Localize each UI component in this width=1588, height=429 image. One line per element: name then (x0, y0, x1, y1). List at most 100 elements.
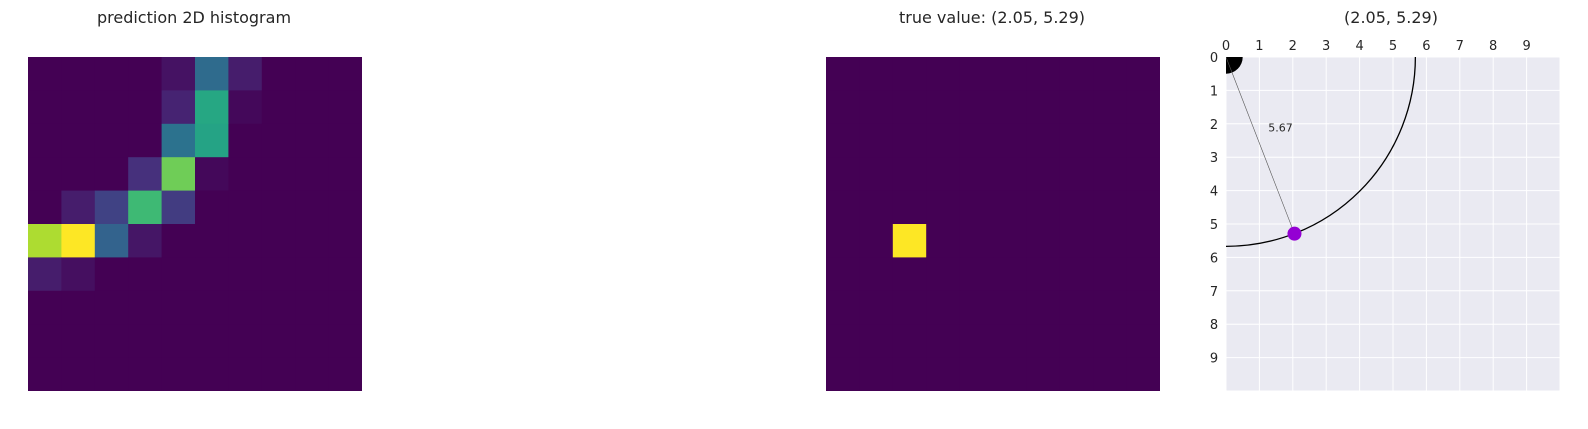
heatmap-cell (926, 357, 961, 391)
heatmap-cell (1059, 257, 1094, 292)
heatmap-cell (926, 90, 961, 125)
heatmap-cell (94, 224, 129, 258)
heatmap-cell (1126, 224, 1160, 258)
heatmap-cell (959, 90, 994, 125)
y-tick-label: 8 (1210, 318, 1218, 333)
heatmap-cell (261, 257, 296, 292)
heatmap-cell (1059, 324, 1094, 359)
heatmap-cell (993, 224, 1027, 258)
heatmap-cell (859, 123, 894, 158)
heatmap-cell (993, 257, 1027, 292)
heatmap-cell (228, 57, 263, 91)
heatmap-cell (195, 90, 229, 125)
heatmap-cell (94, 90, 129, 125)
x-tick-label: 1 (1255, 39, 1263, 54)
heatmap-cell (94, 290, 129, 325)
heatmap-cell (892, 290, 927, 325)
true-value-histogram (826, 57, 1160, 391)
heatmap-cell (228, 90, 263, 125)
y-tick-label: 5 (1210, 218, 1218, 233)
heatmap-cell (28, 224, 62, 258)
heatmap-cell (161, 57, 196, 91)
heatmap-cell (261, 290, 296, 325)
heatmap-cell (1059, 123, 1094, 158)
x-tick-label: 6 (1422, 39, 1430, 54)
heatmap-cell (959, 157, 994, 192)
heatmap-cell (993, 290, 1027, 325)
heatmap-cell (892, 57, 927, 91)
heatmap-cell (128, 157, 163, 192)
heatmap-cell (859, 157, 894, 192)
heatmap-cell (94, 157, 129, 192)
y-tick-label: 6 (1210, 251, 1218, 266)
heatmap-cell (328, 224, 362, 258)
heatmap-cell (826, 90, 860, 125)
heatmap-cell (859, 290, 894, 325)
heatmap-cell (1059, 190, 1094, 225)
heatmap-cell (161, 257, 196, 292)
heatmap-cell (1026, 257, 1061, 292)
heatmap-cell (161, 224, 196, 258)
heatmap-cell (1093, 357, 1128, 391)
x-tick-label: 8 (1489, 39, 1497, 54)
heatmap-cell (61, 57, 96, 91)
x-tick-label: 3 (1322, 39, 1330, 54)
heatmap-cell (328, 190, 362, 225)
heatmap-cell (261, 123, 296, 158)
heatmap-cell (959, 123, 994, 158)
heatmap-cell (28, 157, 62, 192)
heatmap-cell (1026, 357, 1061, 391)
heatmap-cell (1059, 157, 1094, 192)
heatmap-cell (295, 324, 330, 359)
point-plot: 5.67 0 1 2 3 4 5 6 7 8 9 0 1 2 3 4 5 6 7 8 9 (1210, 39, 1561, 392)
heatmap-cell (61, 90, 96, 125)
heatmap-cell (926, 190, 961, 225)
heatmap-cell (993, 190, 1027, 225)
heatmap-cell (28, 57, 62, 91)
heatmap-cell (1026, 123, 1061, 158)
heatmap-cell (892, 90, 927, 125)
heatmap-cell (61, 157, 96, 192)
heatmap-cell (295, 90, 330, 125)
heatmap-cell (61, 224, 96, 258)
heatmap-cell (1026, 190, 1061, 225)
heatmap-cell (295, 357, 330, 391)
heatmap-cell (61, 123, 96, 158)
heatmap-cell (892, 357, 927, 391)
heatmap-cell (228, 123, 263, 158)
heatmap-cell (328, 324, 362, 359)
point-plot-title: (2.05, 5.29) (1344, 8, 1438, 27)
y-tick-label: 7 (1210, 285, 1218, 300)
heatmap-cell (1093, 157, 1128, 192)
heatmap-cell (993, 157, 1027, 192)
heatmap-cell (959, 190, 994, 225)
heatmap-cell (859, 90, 894, 125)
x-tick-label: 9 (1522, 39, 1530, 54)
heatmap-cell (959, 257, 994, 292)
prediction-histogram (28, 57, 362, 391)
heatmap-cell (926, 257, 961, 292)
heatmap-cell (61, 257, 96, 292)
heatmap-cell (926, 157, 961, 192)
heatmap-cell (328, 123, 362, 158)
heatmap-cell (993, 123, 1027, 158)
heatmap-cell (94, 190, 129, 225)
heatmap-cell (1093, 123, 1128, 158)
y-tick-label: 4 (1210, 185, 1218, 200)
heatmap-cell (261, 224, 296, 258)
heatmap-cell (295, 157, 330, 192)
heatmap-cell (826, 224, 860, 258)
heatmap-cell (128, 257, 163, 292)
distance-label: 5.67 (1268, 121, 1293, 134)
heatmap-cell (1126, 357, 1160, 391)
heatmap-cell (328, 57, 362, 91)
heatmap-cell (28, 123, 62, 158)
heatmap-cell (195, 123, 229, 158)
heatmap-cell (892, 224, 927, 258)
heatmap-cell (959, 357, 994, 391)
data-point (1287, 226, 1302, 241)
heatmap-cell (228, 290, 263, 325)
heatmap-cell (128, 290, 163, 325)
heatmap-cell (161, 324, 196, 359)
x-tick-label: 7 (1456, 39, 1464, 54)
